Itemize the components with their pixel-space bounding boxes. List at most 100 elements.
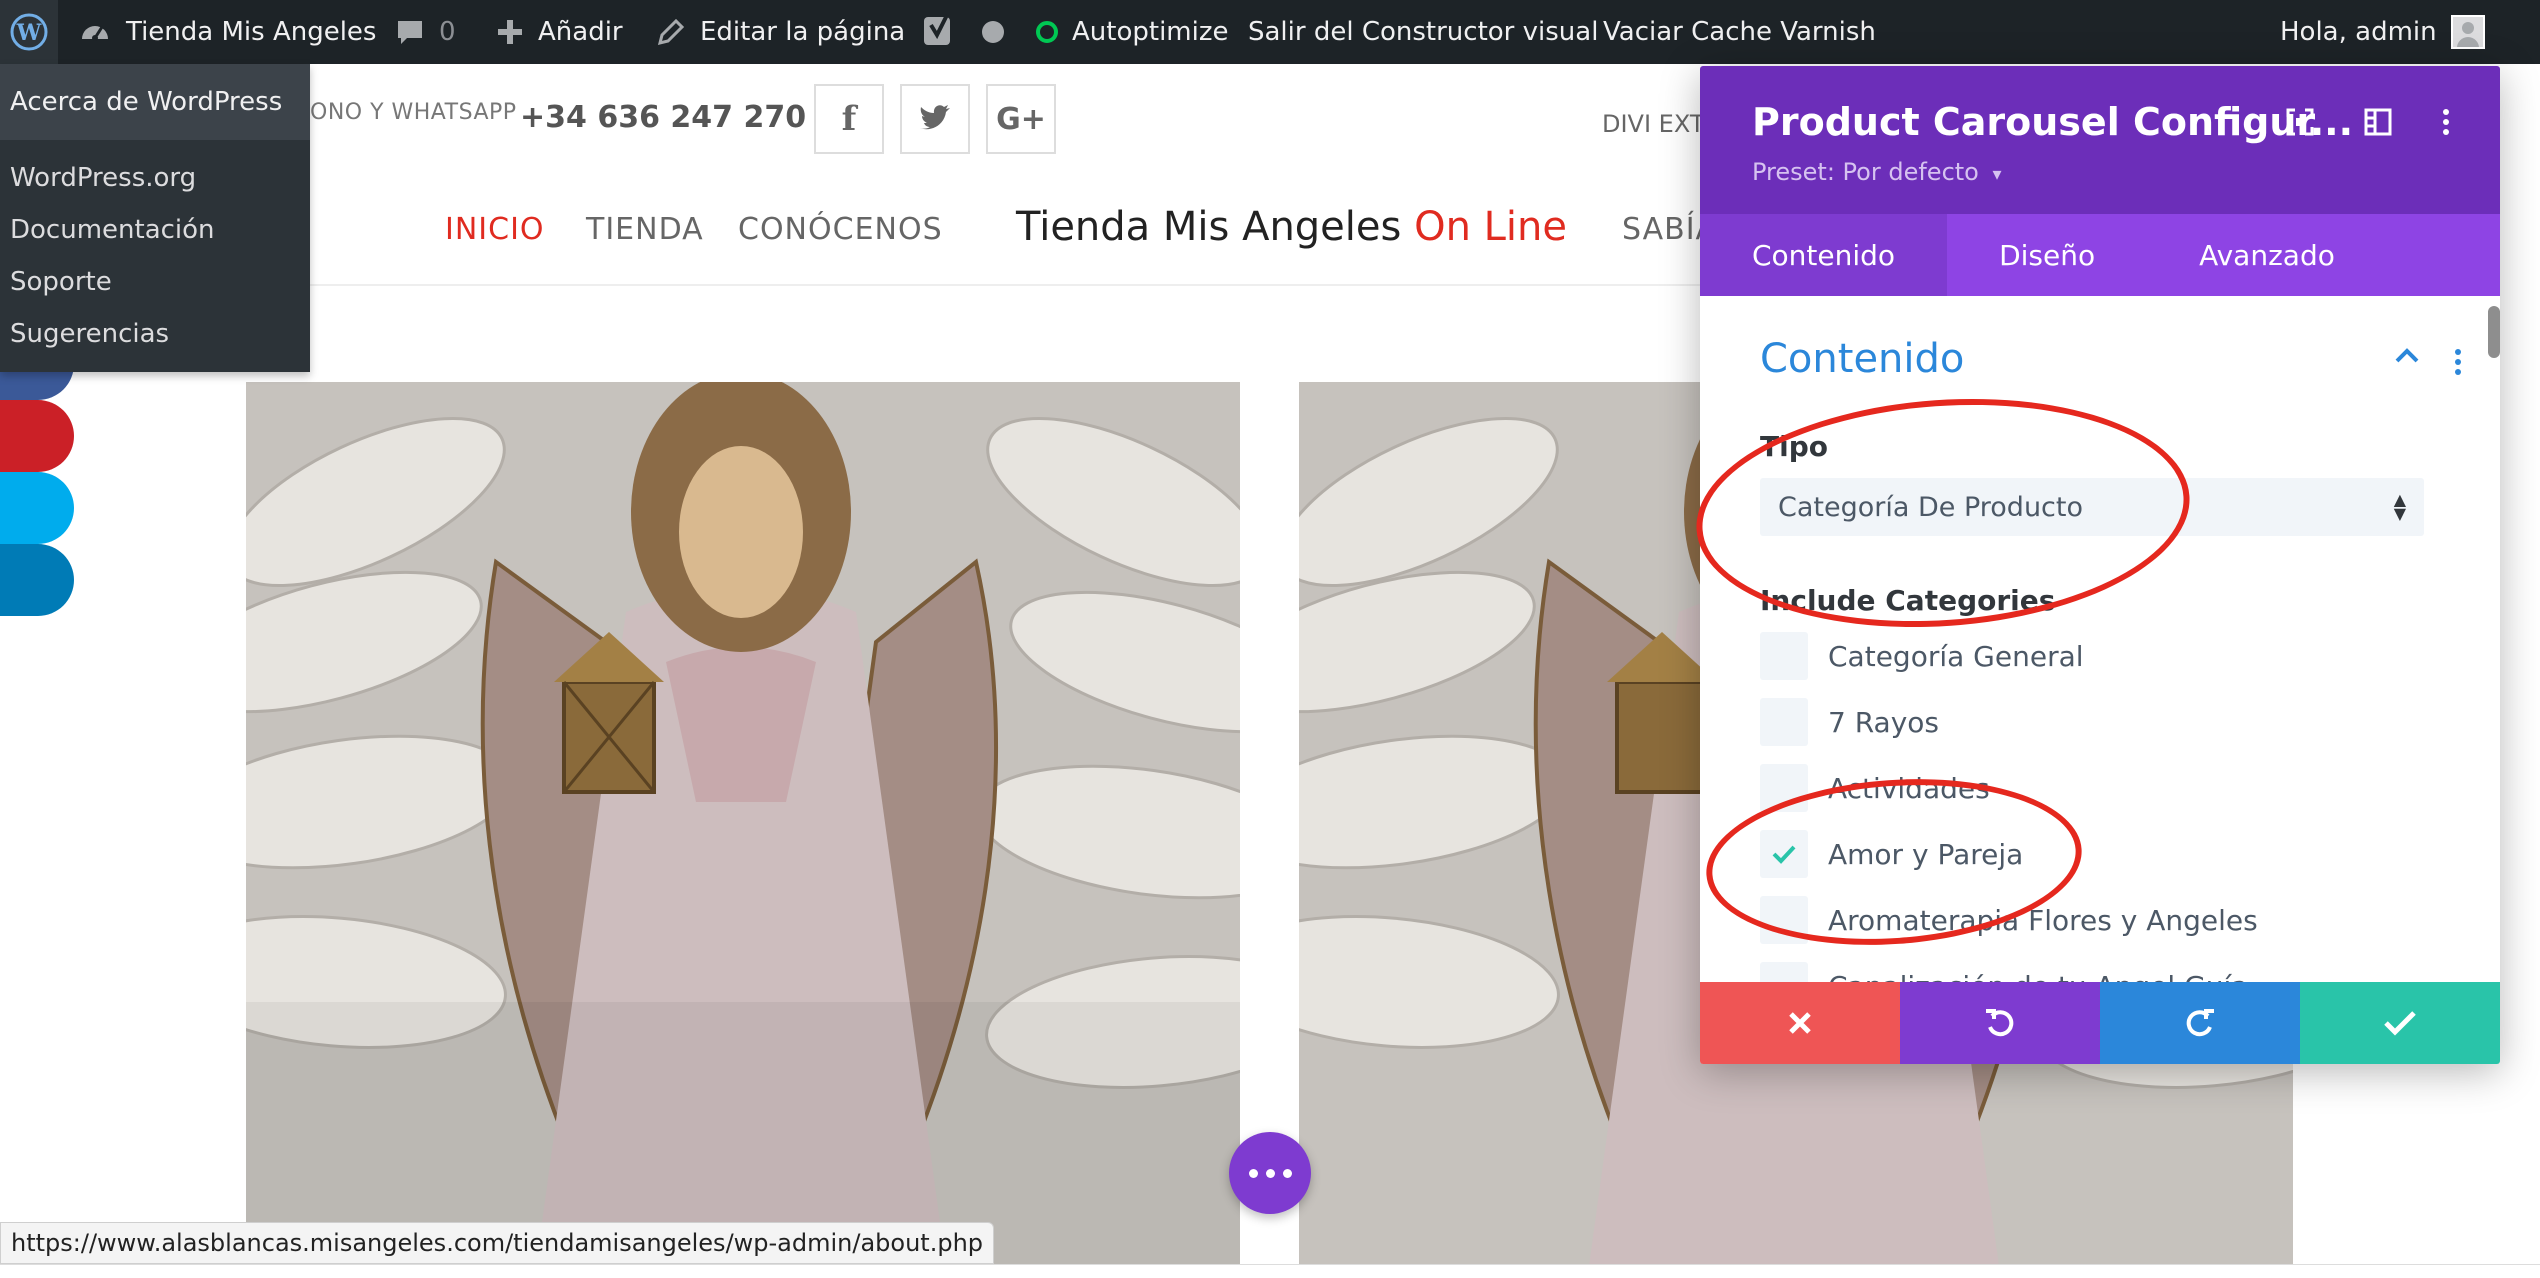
autoptimize-menu[interactable]: Autoptimize [1036,0,1228,64]
tipo-select[interactable]: Categoría De Producto ▲ ▼ [1760,478,2424,536]
site-name-menu[interactable]: Tienda Mis Angeles [78,0,376,64]
undo-button[interactable] [1900,982,2100,1064]
discard-button[interactable] [1700,982,1900,1064]
greeting-label: Hola, admin [2280,17,2437,47]
category-label: Categoría General [1828,639,2084,673]
dot-icon [1265,1168,1275,1178]
product-image-angel-1[interactable] [246,382,1240,1266]
modal-title: Product Carousel Configur... [1752,100,2354,144]
category-option[interactable]: Aromaterapia Flores y Angeles [1760,894,2258,946]
modal-body: Contenido Tipo Categoría De Producto ▲ ▼ … [1700,296,2500,982]
checkbox[interactable] [1760,698,1808,746]
save-button[interactable] [2300,982,2500,1064]
tab-diseno[interactable]: Diseño [1947,214,2147,296]
redo-icon [2186,1009,2214,1037]
category-label: Amor y Pareja [1828,837,2024,871]
category-label: 7 Rayos [1828,705,1940,739]
wordpress-logo-icon[interactable]: W [0,0,58,64]
preset-selector[interactable]: Preset: Por defecto ▾ [1752,158,2002,186]
modal-header: Product Carousel Configur... Preset: Por… [1700,66,2500,214]
facebook-button[interactable]: f [814,84,884,154]
site-name-label: Tienda Mis Angeles [126,17,377,47]
wp-logo-dropdown: Acerca de WordPress WordPress.org Docume… [0,64,310,372]
section-title[interactable]: Contenido [1760,336,1964,382]
comment-icon [398,21,422,44]
category-option[interactable]: 7 Rayos [1760,696,1939,748]
svg-text:W: W [16,20,42,46]
site-title-accent: On Line [1414,204,1567,250]
nav-item-conocenos[interactable]: CONÓCENOS [738,212,943,247]
checkbox[interactable] [1760,764,1808,812]
about-wordpress-link[interactable]: Acerca de WordPress [0,64,310,140]
snap-sidebar-icon[interactable] [2358,102,2398,142]
site-logo-title[interactable]: Tienda Mis Angeles On Line [1016,204,1567,250]
site-title-main: Tienda Mis Angeles [1016,204,1402,250]
section-options-icon[interactable] [2454,348,2462,376]
category-option[interactable]: Canalización de tu Angel Guía [1760,960,2248,982]
select-arrows-icon: ▲ ▼ [2393,490,2406,523]
divi-ext-label: DIVI EXT [1602,110,1705,138]
feedback-link[interactable]: Sugerencias [0,308,310,360]
tipo-select-value: Categoría De Producto [1778,491,2084,523]
category-option[interactable]: Categoría General [1760,630,2084,682]
modal-footer [1700,982,2500,1064]
comments-menu[interactable]: 0 [395,0,456,64]
checkmark-icon [2384,1011,2416,1036]
nav-item-tienda[interactable]: TIENDA [586,212,704,247]
avatar [2450,15,2485,49]
category-label: Canalización de tu Angel Guía [1828,970,2248,983]
module-options-button[interactable] [1229,1132,1311,1214]
google-plus-button[interactable]: G+ [986,84,1056,154]
chevron-up-icon[interactable] [2394,346,2420,364]
expand-modal-icon[interactable] [2280,102,2320,142]
include-categories-label: Include Categories [1760,584,2056,617]
add-new-label: Añadir [538,17,623,47]
support-link[interactable]: Soporte [0,256,310,308]
twitter-button[interactable] [900,84,970,154]
my-account-menu[interactable]: Hola, admin [2280,0,2485,64]
share-twitter-button[interactable] [0,472,74,544]
edit-page-label: Editar la página [700,17,906,47]
yoast-icon [924,14,950,45]
tab-contenido[interactable]: Contenido [1700,214,1948,296]
category-label: Aromaterapia Flores y Angeles [1828,903,2258,937]
status-ring-icon [1036,21,1058,43]
exit-visual-builder-link[interactable]: Salir del Constructor visual [1248,0,1598,64]
plus-icon [498,20,522,44]
more-options-icon[interactable] [2426,102,2466,142]
nav-item-inicio[interactable]: INICIO [445,212,545,247]
category-option-checked[interactable]: Amor y Pareja [1760,828,2023,880]
category-option[interactable]: Actividades [1760,762,1990,814]
undo-icon [1986,1009,2014,1037]
module-settings-modal: Product Carousel Configur... Preset: Por… [1700,66,2500,1064]
clear-varnish-link[interactable]: Vaciar Cache Varnish [1603,0,1876,64]
pencil-icon [657,18,685,46]
checkbox[interactable] [1760,962,1808,982]
twitter-icon [920,105,950,130]
add-new-menu[interactable]: Añadir [496,0,623,64]
wordpress-org-link[interactable]: WordPress.org [0,152,310,204]
share-pinterest-button[interactable] [0,400,74,472]
tab-avanzado[interactable]: Avanzado [2147,214,2387,296]
wp-admin-bar: W Tienda Mis Angeles 0 Añadir Editar la … [0,0,2540,64]
redo-button[interactable] [2100,982,2300,1064]
share-linkedin-button[interactable] [0,544,74,616]
tipo-label: Tipo [1760,430,1828,463]
dot-icon [1248,1168,1258,1178]
category-label: Actividades [1828,771,1990,805]
exit-builder-label: Salir del Constructor visual [1248,17,1599,47]
yoast-seo-menu[interactable] [922,0,1004,64]
checkbox[interactable] [1760,632,1808,680]
checkmark-icon [1772,845,1796,864]
edit-page-link[interactable]: Editar la página [656,0,905,64]
checkbox[interactable] [1760,896,1808,944]
modal-scrollbar[interactable] [2488,306,2500,358]
contact-label: ONO Y WHATSAPP [310,100,517,125]
phone-number[interactable]: +34 636 247 270 [520,100,806,135]
documentation-link[interactable]: Documentación [0,204,310,256]
google-plus-icon: G+ [996,101,1046,137]
page-bottom-edge [0,1264,2540,1278]
dot-icon [1282,1168,1292,1178]
checkbox-checked[interactable] [1760,830,1808,878]
clear-varnish-label: Vaciar Cache Varnish [1603,17,1876,47]
